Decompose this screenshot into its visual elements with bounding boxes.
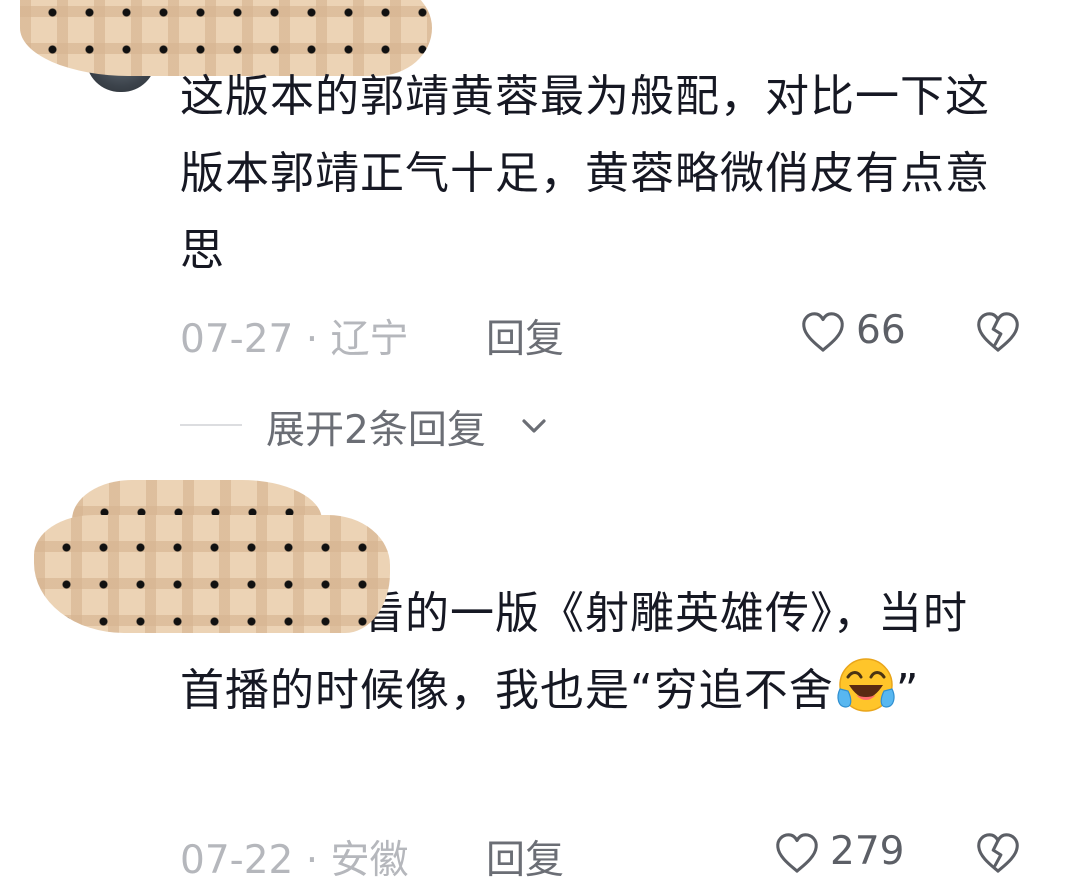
comment-meta: 07-22 · 安徽 回复 279 <box>180 823 1040 878</box>
comment-list: 这版本的郭靖黄蓉最为般配，对比一下这版本郭靖正气十足，黄蓉略微俏皮有点意思 07… <box>0 0 1080 878</box>
chevron-down-icon <box>522 419 546 433</box>
laughing-crying-emoji-icon <box>837 658 895 712</box>
comment-meta: 07-27 · 辽宁 回复 66 <box>180 302 1040 362</box>
reply-button[interactable]: 回复 <box>486 829 564 878</box>
username-censor-mosaic <box>34 515 390 633</box>
broken-heart-icon[interactable] <box>974 310 1022 354</box>
like-count: 279 <box>830 829 905 874</box>
comment-date-location: 07-22 · 安徽 <box>180 838 409 878</box>
like-count: 66 <box>856 308 906 353</box>
divider-line <box>180 424 242 426</box>
comment-text: 这版本的郭靖黄蓉最为般配，对比一下这版本郭靖正气十足，黄蓉略微俏皮有点意思 <box>180 71 990 276</box>
expand-replies-button[interactable]: 展开2条回复 <box>180 395 680 455</box>
broken-heart-icon[interactable] <box>974 831 1022 875</box>
comment-text-tail: ” <box>895 665 920 716</box>
reply-button[interactable]: 回复 <box>486 308 564 364</box>
heart-icon[interactable] <box>774 831 820 875</box>
heart-icon[interactable] <box>800 310 846 354</box>
expand-replies-label: 展开2条回复 <box>266 408 486 453</box>
comment-date-location: 07-27 · 辽宁 <box>180 317 409 362</box>
